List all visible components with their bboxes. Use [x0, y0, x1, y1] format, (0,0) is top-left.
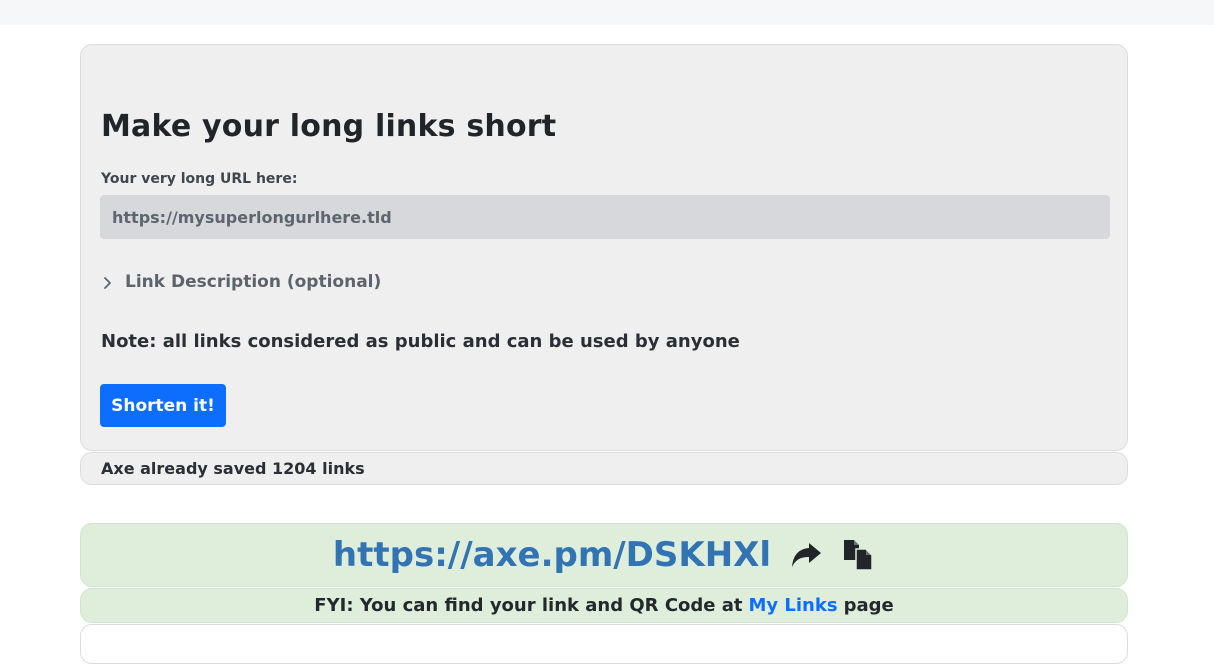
chevron-right-icon: [101, 275, 115, 289]
share-arrow-icon[interactable]: [789, 538, 823, 572]
link-description-label: Link Description (optional): [125, 272, 382, 292]
short-link-result: https://axe.pm/DSKHXl: [80, 523, 1128, 587]
page-title: Make your long links short: [101, 109, 557, 144]
public-links-note: Note: all links considered as public and…: [101, 331, 740, 352]
links-count-text: Axe already saved 1204 links: [101, 459, 365, 478]
copy-icon[interactable]: [841, 538, 875, 572]
links-count-card: Axe already saved 1204 links: [80, 452, 1128, 485]
short-link[interactable]: https://axe.pm/DSKHXl: [333, 535, 771, 575]
url-field-label: Your very long URL here:: [101, 171, 298, 187]
top-bar: [0, 0, 1214, 25]
next-card: [80, 624, 1128, 664]
fyi-prefix: FYI: You can find your link and QR Code …: [314, 595, 743, 616]
shorten-button[interactable]: Shorten it!: [100, 384, 226, 427]
fyi-message: FYI: You can find your link and QR Code …: [80, 588, 1128, 623]
my-links-link[interactable]: My Links: [749, 595, 838, 616]
link-description-toggle[interactable]: Link Description (optional): [101, 272, 381, 292]
url-input[interactable]: [100, 195, 1110, 239]
shorten-form-card: Make your long links short Your very lon…: [80, 44, 1128, 451]
fyi-suffix: page: [843, 595, 894, 616]
